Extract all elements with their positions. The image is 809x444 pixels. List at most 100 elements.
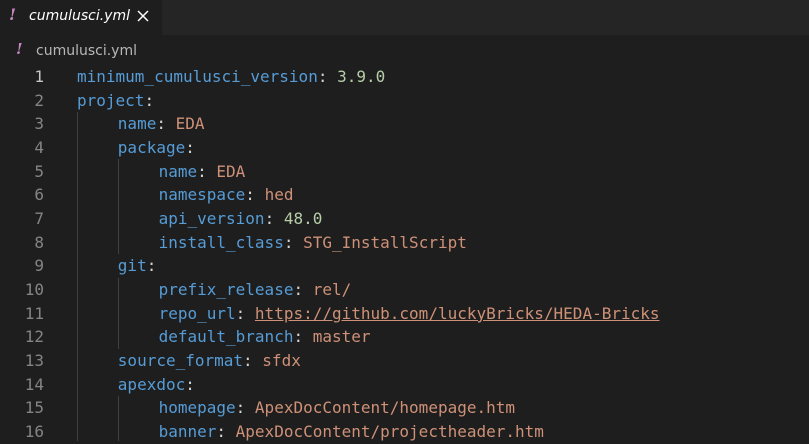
yaml-value: master (312, 327, 371, 347)
yaml-key: git (117, 256, 147, 276)
line-number: 16 (24, 422, 44, 442)
line-number: 3 (34, 114, 44, 134)
line-number: 14 (24, 374, 44, 394)
line-number: 15 (24, 398, 44, 418)
code-line[interactable]: 6 namespace: hed (0, 183, 809, 207)
line-number: 13 (24, 351, 44, 371)
code-content: name: EDA (118, 112, 205, 136)
url-link[interactable]: https://github.com/luckyBricks/HEDA-Bric… (255, 304, 660, 323)
code-content: install_class: STG_InstallScript (159, 231, 467, 255)
colon: : (144, 90, 155, 110)
code-line[interactable]: 11 repo_url: https://github.com/luckyBric… (0, 302, 809, 326)
yaml-file-icon: ! (9, 5, 17, 24)
tab-cumulusci-yml[interactable]: ! cumulusci.yml (0, 0, 162, 35)
code-line[interactable]: 13 source_format: sfdx (0, 349, 809, 373)
line-number: 9 (34, 256, 44, 276)
colon: : (156, 114, 176, 134)
code-content: namespace: hed (159, 183, 294, 207)
colon: : (264, 209, 284, 229)
yaml-key: project (77, 90, 145, 110)
colon: : (185, 138, 195, 157)
code-content: repo_url: https://github.com/luckyBricks… (159, 302, 660, 326)
code-line[interactable]: 15 homepage: ApexDocContent/homepage.htm (0, 396, 809, 420)
code-editor[interactable]: 1 minimum_cumulusci_version: 3.9.0 2 projec… (0, 65, 809, 441)
code-line[interactable]: 9 git: (0, 254, 809, 278)
line-number: 2 (34, 90, 44, 110)
yaml-key: repo_url (158, 303, 236, 323)
line-number: 1 (34, 67, 44, 86)
code-line[interactable]: 4 package: (0, 136, 809, 160)
yaml-value: EDA (175, 114, 205, 134)
code-content: package: (118, 136, 195, 160)
code-content: homepage: ApexDocContent/homepage.htm (159, 396, 515, 420)
yaml-key: namespace (158, 185, 246, 205)
code-line[interactable]: 16 banner: ApexDocContent/projectheader.h… (0, 420, 809, 444)
code-content: name: EDA (159, 160, 246, 184)
code-content: source_format: sfdx (118, 349, 301, 373)
code-content: banner: ApexDocContent/projectheader.htm (159, 420, 544, 444)
yaml-key: install_class (158, 232, 284, 252)
yaml-key: default_branch (158, 327, 294, 347)
colon: : (197, 161, 217, 181)
code-line[interactable]: 14 apexdoc: (0, 373, 809, 397)
code-line[interactable]: 1 minimum_cumulusci_version: 3.9.0 (0, 65, 809, 89)
code-line[interactable]: 5 name: EDA (0, 160, 809, 184)
colon: : (146, 256, 157, 276)
code-content: apexdoc: (118, 373, 195, 397)
code-content: default_branch: master (159, 325, 371, 349)
yaml-key: name (117, 114, 157, 134)
yaml-key: homepage (158, 398, 236, 418)
colon: : (243, 351, 263, 371)
line-number: 7 (34, 209, 44, 229)
yaml-key: apexdoc (117, 374, 186, 394)
yaml-key: source_format (117, 351, 244, 371)
code-content: api_version: 48.0 (159, 207, 323, 231)
code-line[interactable]: 8 install_class: STG_InstallScript (0, 231, 809, 255)
yaml-value: sfdx (262, 351, 301, 371)
colon: : (283, 232, 304, 252)
code-line[interactable]: 7 api_version: 48.0 (0, 207, 809, 231)
line-number: 6 (34, 185, 44, 205)
breadcrumb: ! cumulusci.yml (0, 35, 809, 65)
code-line[interactable]: 3 name: EDA (0, 112, 809, 136)
yaml-value: EDA (216, 161, 246, 181)
line-number: 10 (24, 280, 44, 300)
tab-bar: ! cumulusci.yml (0, 0, 809, 35)
code-content: minimum_cumulusci_version: 3.9.0 (77, 65, 385, 89)
yaml-key: name (158, 161, 198, 181)
yaml-value: 3.9.0 (337, 67, 386, 86)
yaml-key: api_version (158, 209, 265, 229)
yaml-value: STG_InstallScript (303, 232, 467, 252)
yaml-key: package (117, 138, 186, 157)
breadcrumb-file[interactable]: cumulusci.yml (36, 43, 137, 59)
code-line[interactable]: 12 default_branch: master (0, 325, 809, 349)
yaml-file-icon: ! (16, 40, 23, 58)
colon: : (216, 422, 236, 442)
code-content: prefix_release: rel/ (159, 278, 352, 302)
colon: : (235, 398, 255, 418)
line-number: 12 (24, 327, 44, 347)
line-number: 8 (34, 232, 44, 252)
yaml-value: hed (264, 185, 294, 205)
colon: : (317, 67, 338, 86)
code-line[interactable]: 10 prefix_release: rel/ (0, 278, 809, 302)
yaml-key: minimum_cumulusci_version (77, 67, 318, 86)
yaml-key: prefix_release (158, 280, 294, 300)
line-number: 4 (34, 138, 44, 157)
yaml-value: 48.0 (283, 209, 323, 229)
close-icon[interactable] (136, 9, 150, 23)
line-number: 5 (34, 161, 44, 181)
colon: : (245, 185, 265, 205)
tab-label: cumulusci.yml (29, 8, 130, 24)
yaml-value: ApexDocContent/homepage.htm (254, 398, 516, 418)
code-line[interactable]: 2 project: (0, 89, 809, 113)
colon: : (185, 374, 195, 394)
colon: : (235, 303, 255, 323)
yaml-key: banner (158, 422, 217, 442)
code-content: project: (77, 89, 154, 113)
yaml-value: rel/ (312, 280, 352, 300)
line-number: 11 (24, 303, 44, 323)
yaml-value: ApexDocContent/projectheader.htm (235, 422, 544, 442)
code-content: git: (118, 254, 157, 278)
colon: : (293, 327, 313, 347)
